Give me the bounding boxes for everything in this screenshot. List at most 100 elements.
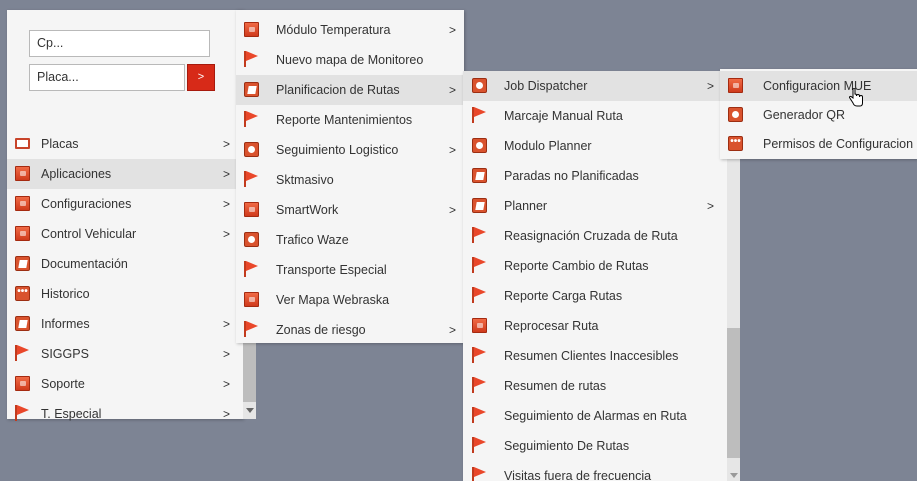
menu2-item-label: Planificacion de Rutas bbox=[276, 83, 400, 97]
menu4-item[interactable]: Generador QR bbox=[720, 100, 917, 130]
flag-icon bbox=[244, 261, 259, 277]
flag-icon bbox=[15, 405, 30, 421]
menu3-item-label: Reporte Carga Rutas bbox=[504, 289, 623, 303]
menu2-item-label: Seguimiento Logistico bbox=[276, 143, 399, 157]
menu1-item-label: Aplicaciones bbox=[41, 167, 112, 181]
menu2-item[interactable]: Ver Mapa Webraska bbox=[236, 285, 464, 315]
menu1-item-label: Placas bbox=[41, 137, 79, 151]
job-dispatcher-submenu: Configuracion MUE Generador QR ••• Permisos… bbox=[720, 69, 917, 159]
flag-icon bbox=[15, 345, 30, 361]
menu2-item[interactable]: Planificacion de Rutas > bbox=[236, 75, 464, 105]
menu2-item[interactable]: Sktmasivo bbox=[236, 165, 464, 195]
menu1-item[interactable]: SIGGPS > bbox=[7, 339, 243, 369]
flag-icon bbox=[244, 171, 259, 187]
flag-icon bbox=[472, 107, 487, 123]
menu2-item-label: Nuevo mapa de Monitoreo bbox=[276, 53, 424, 67]
menu2-item[interactable]: Módulo Temperatura > bbox=[236, 15, 464, 45]
menu1-item[interactable]: Informes > bbox=[7, 309, 243, 339]
document-icon bbox=[472, 168, 487, 183]
menu2-item-label: Módulo Temperatura bbox=[276, 23, 391, 37]
menu3-item[interactable]: Reasignación Cruzada de Ruta bbox=[463, 221, 727, 251]
box-icon bbox=[472, 318, 487, 333]
search-go-button[interactable]: > bbox=[187, 64, 215, 91]
menu1-item-label: Control Vehicular bbox=[41, 227, 137, 241]
menu3-item[interactable]: Resumen de rutas bbox=[463, 371, 727, 401]
dots-icon: ••• bbox=[728, 136, 743, 151]
menu2-item[interactable]: Seguimiento Logistico > bbox=[236, 135, 464, 165]
gear-icon bbox=[472, 138, 487, 153]
placa-search-input[interactable]: Placa... bbox=[29, 64, 185, 91]
menu3-item[interactable]: Seguimiento De Rutas bbox=[463, 431, 727, 461]
flag-icon bbox=[244, 51, 259, 67]
flag-icon bbox=[472, 257, 487, 273]
menu3-item-label: Reporte Cambio de Rutas bbox=[504, 259, 649, 273]
menu3-item[interactable]: Reporte Carga Rutas bbox=[463, 281, 727, 311]
menu3-item-label: Job Dispatcher bbox=[504, 79, 588, 93]
gear-icon bbox=[472, 78, 487, 93]
menu3-item-label: Planner bbox=[504, 199, 548, 213]
menu2-item[interactable]: Zonas de riesgo > bbox=[236, 315, 464, 345]
flag-icon bbox=[244, 111, 259, 127]
menu4-item-label: Generador QR bbox=[763, 108, 845, 122]
scroll-down-icon[interactable] bbox=[246, 408, 254, 413]
box-icon bbox=[15, 196, 30, 211]
menu3-item[interactable]: Paradas no Planificadas bbox=[463, 161, 727, 191]
planificacion-rutas-submenu: Job Dispatcher > Marcaje Manual Ruta Modulo… bbox=[463, 71, 733, 481]
box-icon bbox=[15, 376, 30, 391]
menu3-item[interactable]: Reprocesar Ruta bbox=[463, 311, 727, 341]
menu3-item-label: Resumen de rutas bbox=[504, 379, 607, 393]
document-icon bbox=[244, 82, 259, 97]
box-icon bbox=[244, 292, 259, 307]
scroll-down-icon[interactable] bbox=[730, 473, 738, 478]
menu1-item[interactable]: T. Especial > bbox=[7, 399, 243, 429]
menu1-item[interactable]: Soporte > bbox=[7, 369, 243, 399]
cp-search-input[interactable]: Cp... bbox=[29, 30, 210, 57]
menu4-item[interactable]: Configuracion MUE bbox=[720, 71, 917, 101]
menu1-item[interactable]: Configuraciones > bbox=[7, 189, 243, 219]
menu3-item[interactable]: Resumen Clientes Inaccesibles bbox=[463, 341, 727, 371]
menu1-item[interactable]: Documentación bbox=[7, 249, 243, 279]
menu1-item[interactable]: Control Vehicular > bbox=[7, 219, 243, 249]
chevron-right-icon: > bbox=[449, 23, 457, 37]
chevron-right-icon: > bbox=[449, 143, 457, 157]
menu3-item-label: Modulo Planner bbox=[504, 139, 592, 153]
flag-icon bbox=[472, 407, 487, 423]
menu3-item[interactable]: Seguimiento de Alarmas en Ruta bbox=[463, 401, 727, 431]
menu1-item[interactable]: Placas > bbox=[7, 129, 243, 159]
menu1-item[interactable]: Aplicaciones > bbox=[7, 159, 243, 189]
menu3-item[interactable]: Reporte Cambio de Rutas bbox=[463, 251, 727, 281]
menu2-item[interactable]: Reporte Mantenimientos bbox=[236, 105, 464, 135]
menu3-item[interactable]: Marcaje Manual Ruta bbox=[463, 101, 727, 131]
menu1-item-label: SIGGPS bbox=[41, 347, 89, 361]
menu3-item[interactable]: Visitas fuera de frecuencia bbox=[463, 461, 727, 481]
box-icon bbox=[728, 78, 743, 93]
gear-icon bbox=[244, 142, 259, 157]
menu2-item[interactable]: Nuevo mapa de Monitoreo bbox=[236, 45, 464, 75]
box-icon bbox=[244, 22, 259, 37]
gear-icon bbox=[244, 232, 259, 247]
menu1-item-label: T. Especial bbox=[41, 407, 102, 421]
menu1-item[interactable]: ••• Historico bbox=[7, 279, 243, 309]
menu4-item[interactable]: ••• Permisos de Configuracion bbox=[720, 129, 917, 159]
menu2-item[interactable]: SmartWork > bbox=[236, 195, 464, 225]
menu3-item[interactable]: Planner > bbox=[463, 191, 727, 221]
menu3-item[interactable]: Modulo Planner bbox=[463, 131, 727, 161]
menu4-item-label: Permisos de Configuracion bbox=[763, 137, 914, 151]
routes-submenu-scroll-thumb[interactable] bbox=[727, 328, 740, 458]
plate-icon bbox=[15, 138, 30, 149]
main-menu-panel: Cp... Placa... > Placas > Aplicaciones > Con… bbox=[7, 10, 243, 421]
menu2-item-label: Reporte Mantenimientos bbox=[276, 113, 413, 127]
box-icon bbox=[15, 226, 30, 241]
chevron-right-icon: > bbox=[223, 197, 231, 211]
chevron-right-icon: > bbox=[449, 203, 457, 217]
menu1-item-label: Soporte bbox=[41, 377, 85, 391]
menu3-item[interactable]: Job Dispatcher > bbox=[463, 71, 727, 101]
menu2-item[interactable]: Transporte Especial bbox=[236, 255, 464, 285]
main-menu-scroll-thumb[interactable] bbox=[243, 342, 256, 402]
menu2-item-label: SmartWork bbox=[276, 203, 339, 217]
box-icon bbox=[244, 202, 259, 217]
flag-icon bbox=[472, 467, 487, 481]
menu2-item[interactable]: Trafico Waze bbox=[236, 225, 464, 255]
chevron-right-icon: > bbox=[223, 347, 231, 361]
chevron-right-icon: > bbox=[223, 167, 231, 181]
